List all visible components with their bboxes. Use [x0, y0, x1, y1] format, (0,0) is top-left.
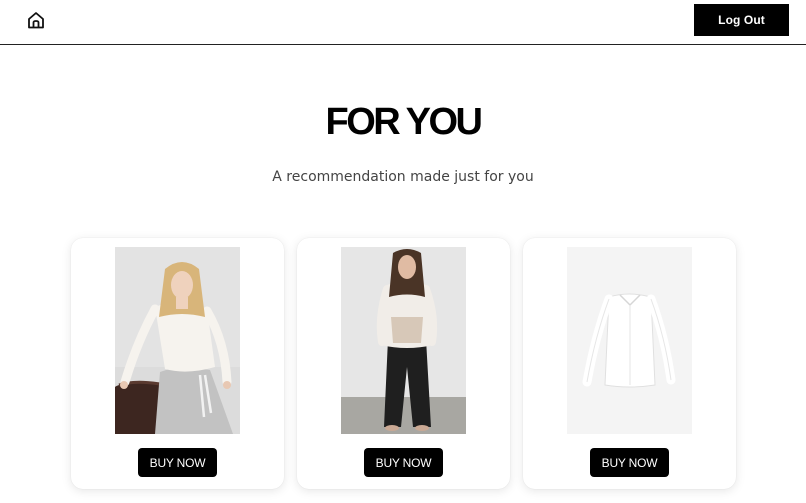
product-card: BUY NOW: [523, 238, 736, 489]
buy-now-button[interactable]: BUY NOW: [138, 448, 217, 477]
logout-button[interactable]: Log Out: [694, 4, 789, 36]
home-icon: [28, 12, 44, 29]
home-button[interactable]: [24, 8, 48, 32]
navbar: Log Out: [0, 0, 806, 45]
page-title: FOR YOU: [325, 101, 483, 143]
buy-now-button[interactable]: BUY NOW: [364, 448, 443, 477]
page-subtitle: A recommendation made just for you: [272, 169, 534, 185]
product-image: [115, 247, 240, 434]
buy-now-button[interactable]: BUY NOW: [590, 448, 669, 477]
product-image: [341, 247, 466, 434]
product-image: [567, 247, 692, 434]
product-card: BUY NOW: [71, 238, 284, 489]
product-card: BUY NOW: [297, 238, 510, 489]
